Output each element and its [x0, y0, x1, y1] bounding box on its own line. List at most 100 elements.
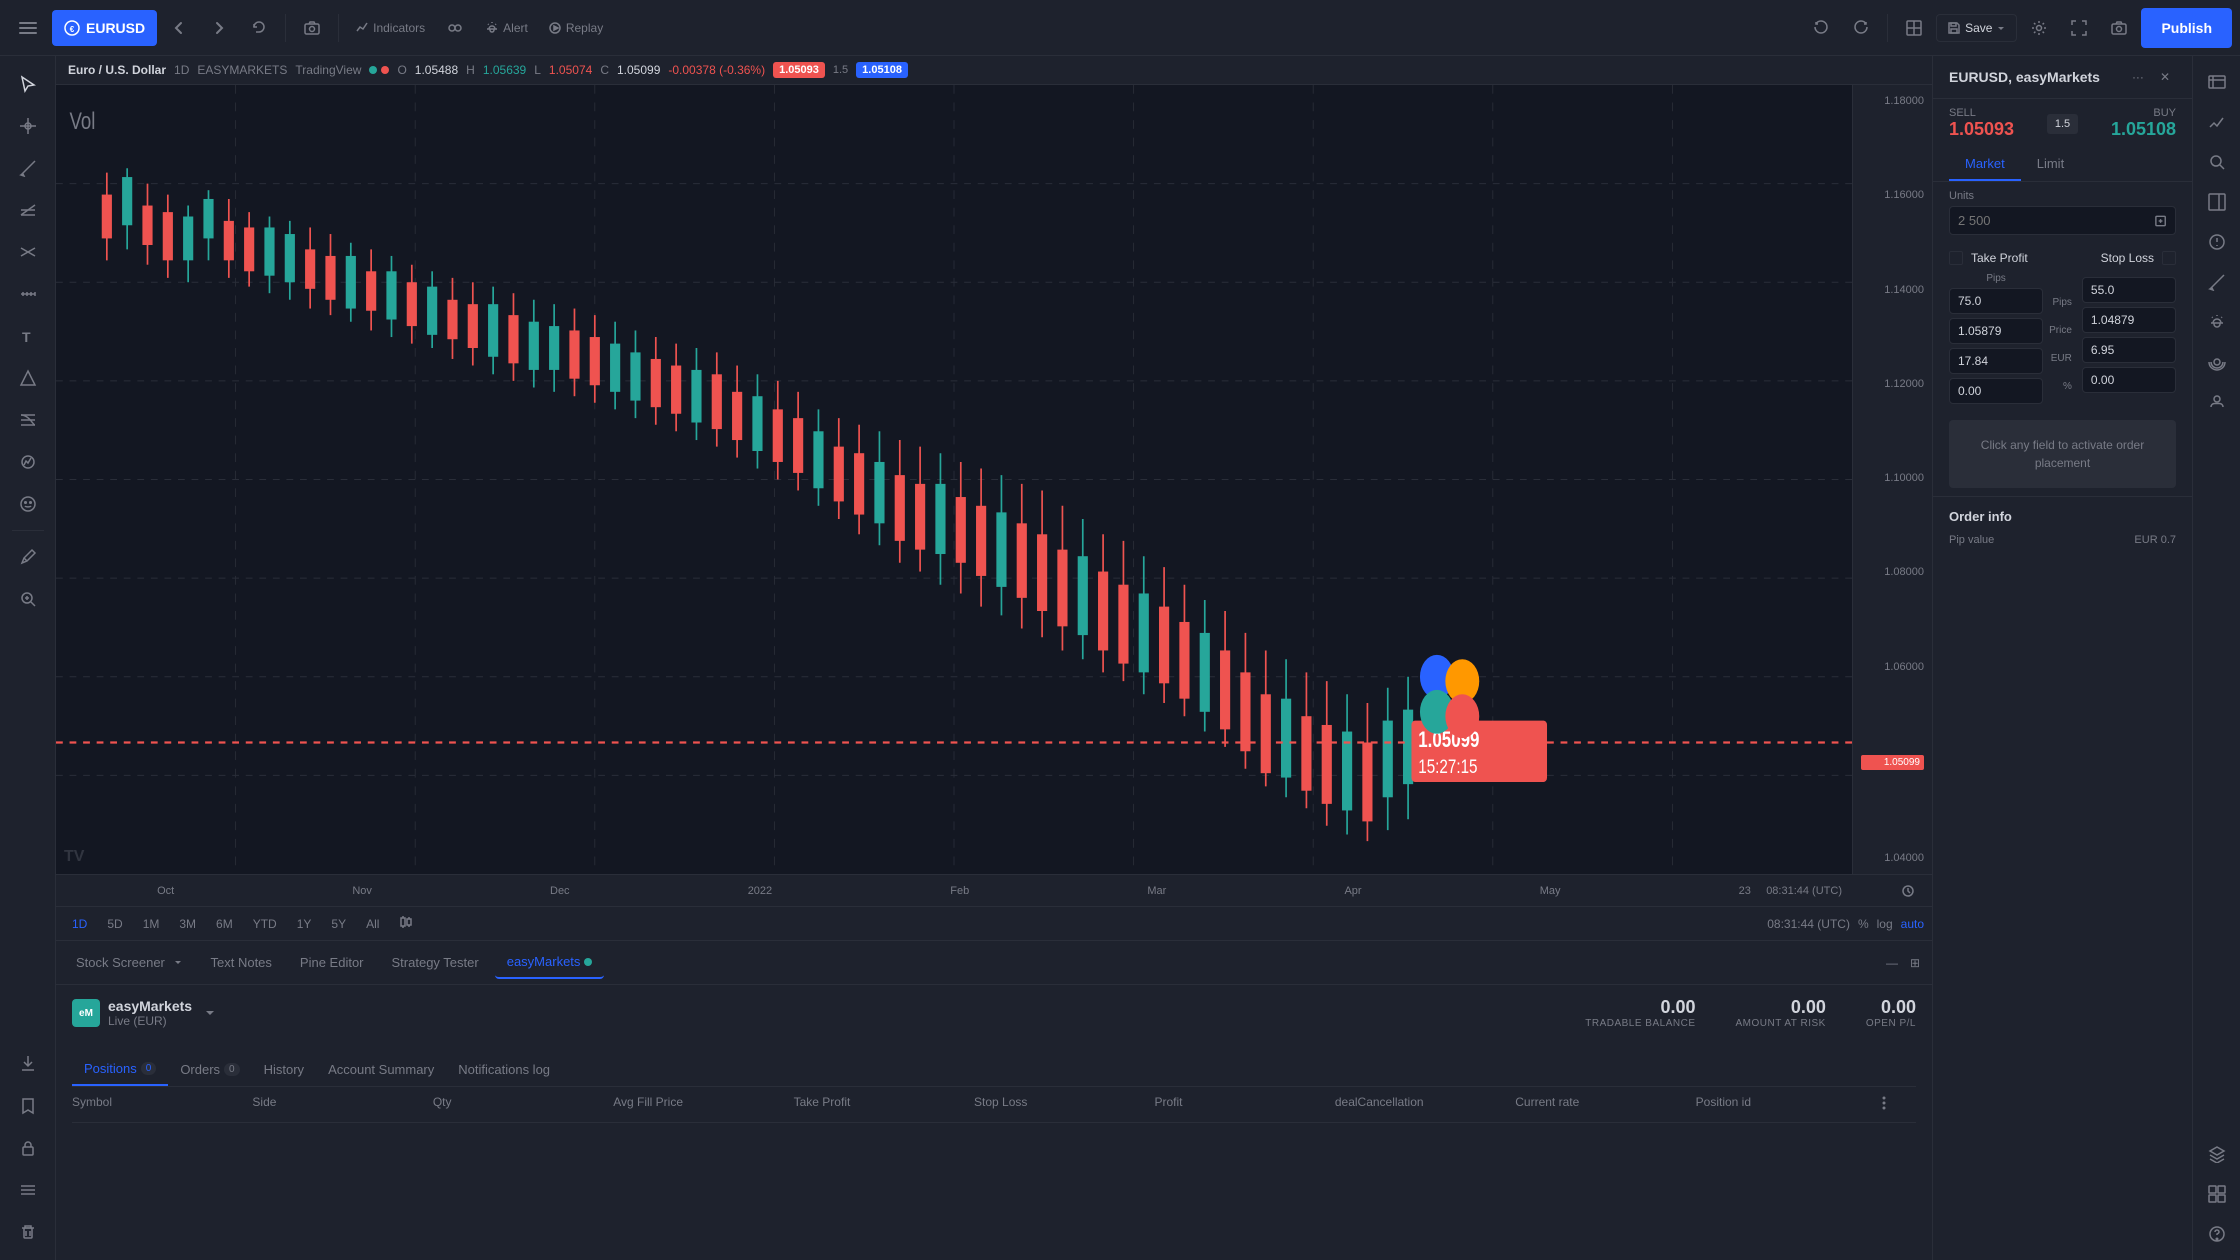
community-button[interactable]	[2199, 384, 2235, 420]
easy-markets-currency: Live (EUR)	[108, 1014, 192, 1028]
subtab-notifications[interactable]: Notifications log	[446, 1053, 562, 1086]
tp-price-input[interactable]	[1949, 318, 2043, 344]
interval-1d[interactable]: 1D	[64, 913, 95, 935]
units-input-wrapper[interactable]	[1949, 206, 2176, 235]
interval-5y[interactable]: 5Y	[323, 913, 354, 935]
tp-pips-input[interactable]	[1949, 288, 2043, 314]
drawing-tools-right[interactable]	[2199, 264, 2235, 300]
subtab-account-summary[interactable]: Account Summary	[316, 1053, 446, 1086]
measure-tool[interactable]	[8, 274, 48, 314]
tp-pct-input[interactable]	[1949, 378, 2043, 404]
undo-button[interactable]	[241, 10, 277, 46]
lock-tool[interactable]	[8, 1128, 48, 1168]
chart-tools-right[interactable]	[2199, 104, 2235, 140]
alert-button[interactable]: Alert	[477, 15, 536, 41]
auto-btn[interactable]: auto	[1901, 917, 1924, 931]
col-symbol: Symbol	[72, 1095, 252, 1114]
easy-markets-dropdown[interactable]	[204, 1007, 216, 1019]
units-input[interactable]	[1958, 213, 2154, 228]
zoom-tool[interactable]	[8, 579, 48, 619]
scanner-button[interactable]	[2199, 144, 2235, 180]
draw-tool[interactable]	[8, 148, 48, 188]
take-profit-checkbox[interactable]	[1949, 251, 1963, 265]
minimize-panel[interactable]: —	[1882, 952, 1902, 974]
trade-panel-header: EURUSD, easyMarkets ··· ✕	[1933, 56, 2192, 99]
hamburger-button[interactable]	[8, 8, 48, 48]
col-qty: Qty	[433, 1095, 613, 1114]
tab-pine-editor[interactable]: Pine Editor	[288, 947, 376, 978]
screenshot-button[interactable]	[294, 10, 330, 46]
subtab-positions[interactable]: Positions 0	[72, 1053, 168, 1086]
camera-button[interactable]	[2101, 10, 2137, 46]
broadcast-button[interactable]	[2199, 344, 2235, 380]
o-label: O	[397, 63, 406, 77]
tab-strategy-tester[interactable]: Strategy Tester	[380, 947, 491, 978]
sl-pips-input[interactable]	[2082, 277, 2176, 303]
indicators-right[interactable]	[2199, 224, 2235, 260]
interval-6m[interactable]: 6M	[208, 913, 241, 935]
bar-type-button[interactable]	[391, 911, 421, 936]
forward-button[interactable]	[201, 10, 237, 46]
patterns-tool[interactable]	[8, 442, 48, 482]
text-tool[interactable]: T	[8, 316, 48, 356]
indicators-button[interactable]: Indicators	[347, 15, 433, 41]
help-button[interactable]	[2199, 1216, 2235, 1252]
tab-stock-screener[interactable]: Stock Screener	[64, 947, 195, 978]
watchlist-button[interactable]	[2199, 64, 2235, 100]
settings-button[interactable]	[2021, 10, 2057, 46]
tp-eur-input[interactable]	[1949, 348, 2043, 374]
market-tab[interactable]: Market	[1949, 148, 2021, 181]
emoji-tool[interactable]	[8, 484, 48, 524]
crosshair-tool[interactable]	[8, 106, 48, 146]
save-button[interactable]: Save	[1936, 14, 2017, 42]
topbar-redo[interactable]	[1843, 10, 1879, 46]
fib-tool[interactable]	[8, 400, 48, 440]
interval-5d[interactable]: 5D	[99, 913, 130, 935]
sl-price-input[interactable]	[2082, 307, 2176, 333]
chart-svg-container[interactable]: Vol	[56, 85, 1852, 874]
interval-1m[interactable]: 1M	[135, 913, 168, 935]
topbar-undo[interactable]	[1803, 10, 1839, 46]
interval-ytd[interactable]: YTD	[245, 913, 285, 935]
right-panel-toggle[interactable]	[2199, 184, 2235, 220]
time-settings[interactable]	[1896, 879, 1920, 903]
annotation-tool[interactable]	[8, 537, 48, 577]
watchlist-pin[interactable]	[8, 1044, 48, 1084]
log-btn[interactable]: log	[1877, 917, 1893, 931]
compare-button[interactable]	[437, 10, 473, 46]
list-tool[interactable]	[8, 1170, 48, 1210]
alerts-right[interactable]	[2199, 304, 2235, 340]
interval-3m[interactable]: 3M	[171, 913, 204, 935]
channel-tool[interactable]	[8, 232, 48, 272]
green-dot	[369, 66, 377, 74]
subtab-history[interactable]: History	[252, 1053, 316, 1086]
limit-tab[interactable]: Limit	[2021, 148, 2080, 181]
stop-loss-checkbox[interactable]	[2162, 251, 2176, 265]
interval-all[interactable]: All	[358, 913, 387, 935]
fullscreen-button[interactable]	[2061, 10, 2097, 46]
panel-more[interactable]: ···	[2126, 68, 2150, 86]
tab-easy-markets[interactable]: easyMarkets	[495, 946, 605, 979]
lines-tool[interactable]	[8, 190, 48, 230]
layout-button[interactable]	[1896, 10, 1932, 46]
shapes-tool[interactable]	[8, 358, 48, 398]
replay-button[interactable]: Replay	[540, 15, 611, 41]
separator-2	[338, 14, 339, 42]
back-button[interactable]	[161, 10, 197, 46]
grid-view-button[interactable]	[2199, 1176, 2235, 1212]
price-axis: 1.18000 1.16000 1.14000 1.12000 1.10000 …	[1852, 85, 1932, 874]
tab-text-notes[interactable]: Text Notes	[199, 947, 284, 978]
publish-button[interactable]: Publish	[2141, 8, 2232, 48]
panel-close[interactable]: ✕	[2154, 68, 2176, 86]
sl-pct-input[interactable]	[2082, 367, 2176, 393]
bookmarks[interactable]	[8, 1086, 48, 1126]
symbol-button[interactable]: € EURUSD	[52, 10, 157, 46]
percent-btn[interactable]: %	[1858, 917, 1869, 931]
maximize-panel[interactable]: ⊞	[1906, 952, 1924, 974]
cursor-tool[interactable]	[8, 64, 48, 104]
sl-eur-input[interactable]	[2082, 337, 2176, 363]
subtab-orders[interactable]: Orders 0	[168, 1053, 251, 1086]
interval-1y[interactable]: 1Y	[289, 913, 320, 935]
delete-tool[interactable]	[8, 1212, 48, 1252]
layers-button[interactable]	[2199, 1136, 2235, 1172]
